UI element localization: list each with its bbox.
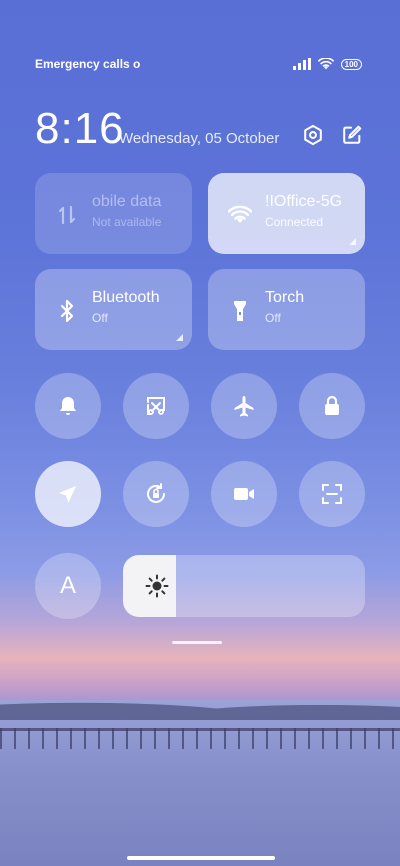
toggle-sound[interactable] — [35, 373, 101, 439]
toggle-rotation-lock[interactable] — [123, 461, 189, 527]
wifi-icon — [228, 205, 252, 223]
tile-wifi-title: !IOffice-5G — [265, 193, 343, 210]
home-indicator[interactable] — [127, 856, 275, 860]
signal-icon — [292, 58, 311, 70]
scan-icon — [322, 484, 342, 504]
wallpaper-water — [0, 700, 400, 866]
wallpaper-bridge — [0, 728, 400, 749]
brightness-sun-icon — [145, 574, 169, 598]
video-icon — [234, 488, 254, 500]
tile-mobile-data-subtitle: Not available — [92, 215, 162, 229]
mobile-data-icon — [58, 205, 76, 225]
date-label: Wednesday, 05 October — [119, 130, 280, 147]
tile-torch-subtitle: Off — [265, 311, 281, 325]
wifi-status-icon — [317, 58, 334, 70]
toggle-scan[interactable] — [299, 461, 365, 527]
tile-bluetooth-title: Bluetooth — [92, 289, 160, 306]
toggle-screenshot[interactable] — [123, 373, 189, 439]
page-indicator — [172, 641, 222, 644]
settings-icon[interactable] — [302, 124, 324, 146]
torch-icon — [234, 301, 246, 321]
battery-indicator: 100 — [340, 58, 362, 70]
toggle-location[interactable] — [35, 461, 101, 527]
tile-wifi[interactable]: !IOffice-5G Connected — [208, 173, 365, 254]
bluetooth-icon — [60, 299, 74, 323]
font-size-button[interactable]: A — [35, 553, 101, 619]
wallpaper-hills — [0, 690, 400, 720]
edit-icon[interactable] — [341, 124, 363, 146]
tile-mobile-data-title: obile data — [92, 193, 162, 210]
toggle-lock[interactable] — [299, 373, 365, 439]
bell-icon — [60, 397, 76, 415]
tile-bluetooth[interactable]: Bluetooth Off — [35, 269, 192, 350]
airplane-icon — [234, 396, 254, 417]
expand-corner-icon[interactable] — [176, 334, 183, 341]
status-bar: Emergency calls o 100 — [35, 55, 362, 73]
brightness-slider[interactable] — [123, 555, 365, 617]
toggle-video[interactable] — [211, 461, 277, 527]
clock: 8:16 — [35, 104, 125, 153]
expand-corner-icon[interactable] — [349, 238, 356, 245]
tile-mobile-data[interactable]: obile data Not available — [35, 173, 192, 254]
toggle-airplane[interactable] — [211, 373, 277, 439]
carrier-text: Emergency calls o — [35, 57, 141, 71]
tile-torch-title: Torch — [265, 289, 305, 306]
rotation-lock-icon — [147, 483, 165, 503]
tile-torch[interactable]: Torch Off — [208, 269, 365, 350]
font-button-label: A — [59, 572, 76, 599]
tile-bluetooth-subtitle: Off — [92, 311, 108, 325]
header: 8:16 Wednesday, 05 October — [35, 104, 365, 153]
location-icon — [59, 486, 76, 503]
screenshot-icon — [147, 397, 165, 415]
lock-icon — [325, 395, 339, 415]
tile-wifi-subtitle: Connected — [265, 215, 324, 229]
